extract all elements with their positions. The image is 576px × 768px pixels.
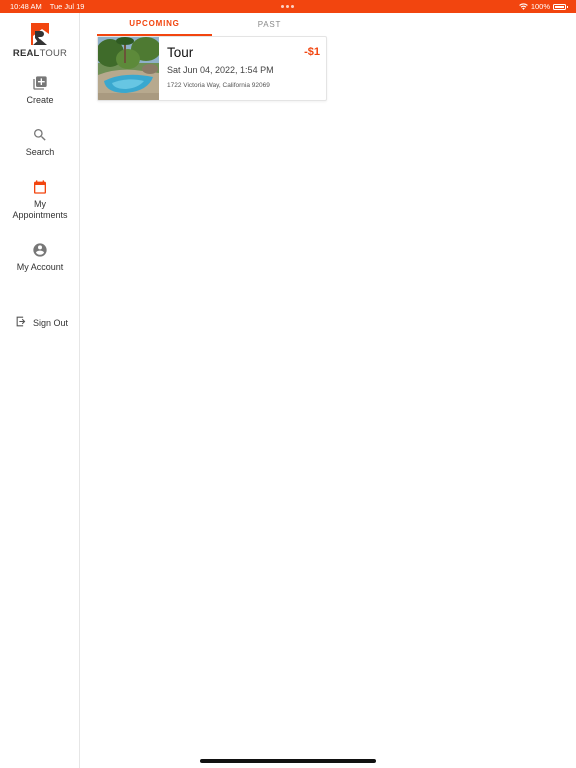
brand-logo: REALTOUR	[0, 21, 80, 59]
sidebar-item-my-account[interactable]: My Account	[0, 242, 80, 273]
calendar-icon	[34, 180, 46, 194]
tab-past[interactable]: PAST	[212, 13, 327, 36]
sidebar-item-create[interactable]: Create	[0, 75, 80, 106]
appointment-title: Tour	[167, 45, 194, 60]
multitasking-dots-icon[interactable]	[281, 5, 294, 8]
tab-upcoming[interactable]: UPCOMING	[97, 13, 212, 36]
appointment-tabs: UPCOMING PAST	[97, 13, 327, 36]
add-box-icon	[33, 76, 47, 90]
status-bar: 10:48 AM Tue Jul 19 100%	[0, 0, 576, 13]
brand-name-bold: REAL	[12, 48, 40, 59]
appointment-price: -$1	[304, 46, 320, 58]
status-date: Tue Jul 19	[49, 2, 85, 11]
sidebar-item-my-appointments[interactable]: My Appointments	[0, 179, 80, 220]
appointment-address: 1722 Victoria Way, California 92069	[167, 82, 270, 89]
search-icon	[34, 129, 46, 141]
battery-percent: 100%	[530, 2, 550, 11]
sidebar-item-search[interactable]: Search	[0, 127, 80, 158]
property-photo	[98, 37, 159, 100]
sidebar-item-label: My Account	[16, 262, 64, 272]
realtour-logo-icon	[31, 23, 49, 45]
brand-name-light: TOUR	[39, 48, 68, 59]
battery-icon	[553, 3, 568, 10]
appointment-details: Tour Sat Jun 04, 2022, 1:54 PM 1722 Vict…	[159, 37, 326, 100]
status-time: 10:48 AM	[10, 2, 42, 11]
sign-out-label: Sign Out	[33, 318, 69, 328]
appointment-date: Sat Jun 04, 2022, 1:54 PM	[167, 65, 274, 75]
sign-out-icon	[16, 316, 26, 327]
home-indicator[interactable]	[200, 759, 376, 763]
sidebar-item-label: Create	[26, 95, 54, 105]
sidebar-item-label: Search	[25, 147, 55, 157]
brand-name: REALTOUR	[13, 48, 67, 59]
sidebar-item-label: My Appointments	[12, 199, 68, 220]
wifi-icon	[519, 3, 528, 10]
sidebar: REALTOUR Create Search My Appointments M…	[0, 13, 80, 768]
appointment-card[interactable]: Tour Sat Jun 04, 2022, 1:54 PM 1722 Vict…	[97, 36, 327, 101]
account-circle-icon	[33, 243, 47, 257]
sign-out-button[interactable]: Sign Out	[15, 315, 68, 329]
